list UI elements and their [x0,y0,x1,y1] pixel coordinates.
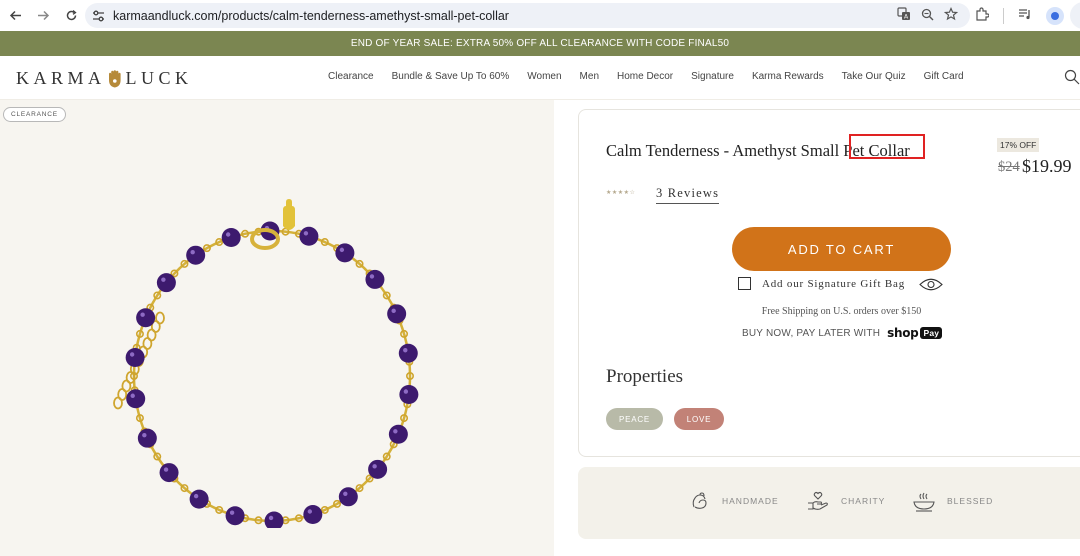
zoom-icon[interactable] [921,8,934,24]
value-handmade-label: HANDMADE [722,496,779,506]
product-image-panel[interactable]: CLEARANCE [0,100,554,556]
nav-item-women[interactable]: Women [527,71,561,82]
value-blessed-label: BLESSED [947,496,994,506]
browser-menu-pill[interactable] [1070,2,1080,29]
product-info-card: Calm Tenderness - Amethyst Small Pet Col… [578,109,1080,457]
value-handmade: HANDMADE [689,490,779,512]
properties-heading: Properties [606,366,684,387]
original-price: $24 [998,159,1020,175]
gift-bag-option[interactable]: Add our Signature Gift Bag [738,277,905,290]
nav-item-signature[interactable]: Signature [691,71,734,82]
nav-item-gift-card[interactable]: Gift Card [924,71,964,82]
value-blessed: BLESSED [912,490,993,512]
site-logo[interactable]: KARMA LUCK [16,68,193,89]
value-charity-label: CHARITY [841,496,886,506]
profile-icon[interactable] [1046,6,1064,25]
gift-bag-label[interactable]: Add our Signature Gift Bag [762,278,905,290]
extensions-icon[interactable] [975,7,990,24]
announcement-bar: END OF YEAR SALE: EXTRA 50% OFF ALL CLEA… [0,31,1080,56]
bookmark-star-icon[interactable] [943,6,959,24]
discount-badge: 17% OFF [997,138,1040,152]
shop-pay-logo: shop [887,326,919,340]
nav-item-men[interactable]: Men [580,71,599,82]
site-header: KARMA LUCK Clearance Bundle & Save Up To… [0,56,1080,100]
announcement-text: END OF YEAR SALE: EXTRA 50% OFF ALL CLEA… [350,38,730,49]
reviews-link[interactable]: 3 Reviews [656,186,720,204]
browser-toolbar: karmaandluck.com/products/calm-tendernes… [0,0,1080,31]
media-icon[interactable] [1018,7,1032,24]
reload-icon[interactable] [60,5,82,27]
forward-icon[interactable] [32,5,54,27]
clearance-badge-label: CLEARANCE [11,111,58,118]
property-tag-love: LOVE [674,408,724,430]
nav-item-home-decor[interactable]: Home Decor [617,71,673,82]
handmade-icon [692,492,707,509]
logo-text-right: LUCK [125,68,193,88]
sale-price: $19.99 [1022,156,1072,176]
eye-icon[interactable] [919,277,943,292]
nav-item-karma-rewards[interactable]: Karma Rewards [752,71,824,82]
url-text[interactable]: karmaandluck.com/products/calm-tendernes… [113,9,509,23]
toolbar-divider [1003,7,1004,24]
value-charity: CHARITY [806,490,885,512]
search-icon[interactable] [1064,69,1080,85]
pay-later-row: BUY NOW, PAY LATER WITH shop Pay [742,326,943,340]
gift-bag-checkbox[interactable] [738,277,751,290]
hamsa-logo-icon [108,69,121,87]
address-bar[interactable]: karmaandluck.com/products/calm-tendernes… [85,3,970,28]
translate-icon[interactable]: A [897,7,911,24]
nav-item-clearance[interactable]: Clearance [328,71,374,82]
site-info-icon[interactable] [91,9,105,23]
highlight-box [849,134,925,159]
brand-values-card: HANDMADE CHARITY BLESSED [578,467,1080,539]
pay-later-text: BUY NOW, PAY LATER WITH [742,327,881,339]
shipping-note: Free Shipping on U.S. orders over $150 [761,306,922,317]
blessed-icon [913,492,935,512]
clearance-badge: CLEARANCE [3,107,66,122]
product-image-bracelet [113,199,419,528]
charity-icon [808,491,828,510]
add-to-cart-button[interactable]: ADD TO CART [732,227,951,271]
back-icon[interactable] [4,5,26,27]
main-nav: Clearance Bundle & Save Up To 60% Women … [328,71,964,82]
rating-stars[interactable]: ★★★★☆ [606,189,635,196]
logo-text-left: KARMA [16,68,106,88]
nav-item-bundle-save[interactable]: Bundle & Save Up To 60% [392,71,510,82]
shop-pay-badge: Pay [920,327,943,339]
nav-item-take-our-quiz[interactable]: Take Our Quiz [842,71,906,82]
property-tag-peace: PEACE [606,408,663,430]
